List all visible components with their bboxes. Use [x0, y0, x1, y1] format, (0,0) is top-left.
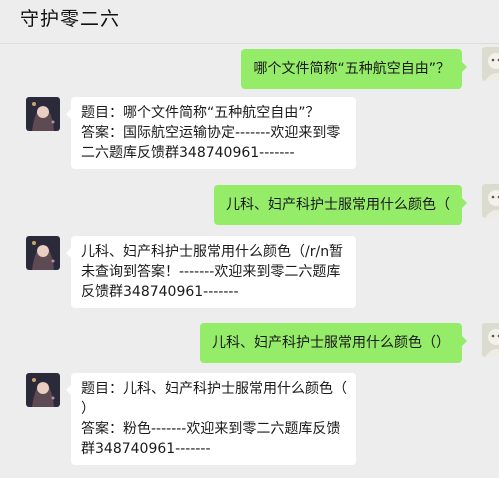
bot-avatar[interactable] — [26, 236, 60, 270]
user-avatar-icon — [482, 47, 499, 81]
bot-avatar[interactable] — [26, 97, 60, 131]
user-message[interactable]: 儿科、妇产科护士服常用什么颜色（ — [214, 185, 467, 225]
message-line: 答案：粉色-------欢迎来到零二六题库反馈 — [81, 421, 341, 437]
chat-header: 守护零二六 — [0, 0, 499, 44]
message-text: 哪个文件简称“五种航空自由”？ — [253, 61, 450, 77]
bot-avatar-icon — [26, 236, 60, 270]
bot-message[interactable]: 儿科、妇产科护士服常用什么颜色（/r/n暂 未查询到答案！-------欢迎来到… — [66, 236, 356, 308]
message-line: 二六题库反馈群348740961------- — [81, 145, 295, 161]
bot-avatar-icon — [26, 373, 60, 407]
bot-message[interactable]: 题目：儿科、妇产科护士服常用什么颜色（ ） 答案：粉色-------欢迎来到零二… — [66, 373, 356, 465]
message-line: 题目：儿科、妇产科护士服常用什么颜色（ — [81, 381, 347, 397]
user-message[interactable]: 儿科、妇产科护士服常用什么颜色（） — [200, 323, 467, 363]
message-line: 群348740961------- — [81, 441, 211, 457]
user-avatar-icon — [482, 323, 499, 357]
message-text: 儿科、妇产科护士服常用什么颜色（） — [212, 335, 450, 351]
message-line: 题目：哪个文件简称“五种航空自由”？ — [81, 105, 320, 121]
user-message[interactable]: 哪个文件简称“五种航空自由”？ — [241, 49, 467, 89]
message-text: 儿科、妇产科护士服常用什么颜色（ — [226, 197, 450, 213]
bot-avatar[interactable] — [26, 373, 60, 407]
user-avatar[interactable] — [482, 184, 499, 218]
user-avatar[interactable] — [482, 47, 499, 81]
message-line: 儿科、妇产科护士服常用什么颜色（/r/n暂 — [81, 244, 344, 260]
bot-message[interactable]: 题目：哪个文件简称“五种航空自由”？ 答案：国际航空运输协定-------欢迎来… — [66, 97, 356, 169]
chat-title: 守护零二六 — [20, 8, 121, 30]
bot-avatar-icon — [26, 97, 60, 131]
user-avatar[interactable] — [482, 323, 499, 357]
message-line: 反馈群348740961------- — [81, 284, 239, 300]
message-line: ） — [81, 401, 95, 417]
user-avatar-icon — [482, 184, 499, 218]
message-line: 未查询到答案！-------欢迎来到零二六题库 — [81, 264, 341, 280]
message-line: 答案：国际航空运输协定-------欢迎来到零 — [81, 125, 341, 141]
